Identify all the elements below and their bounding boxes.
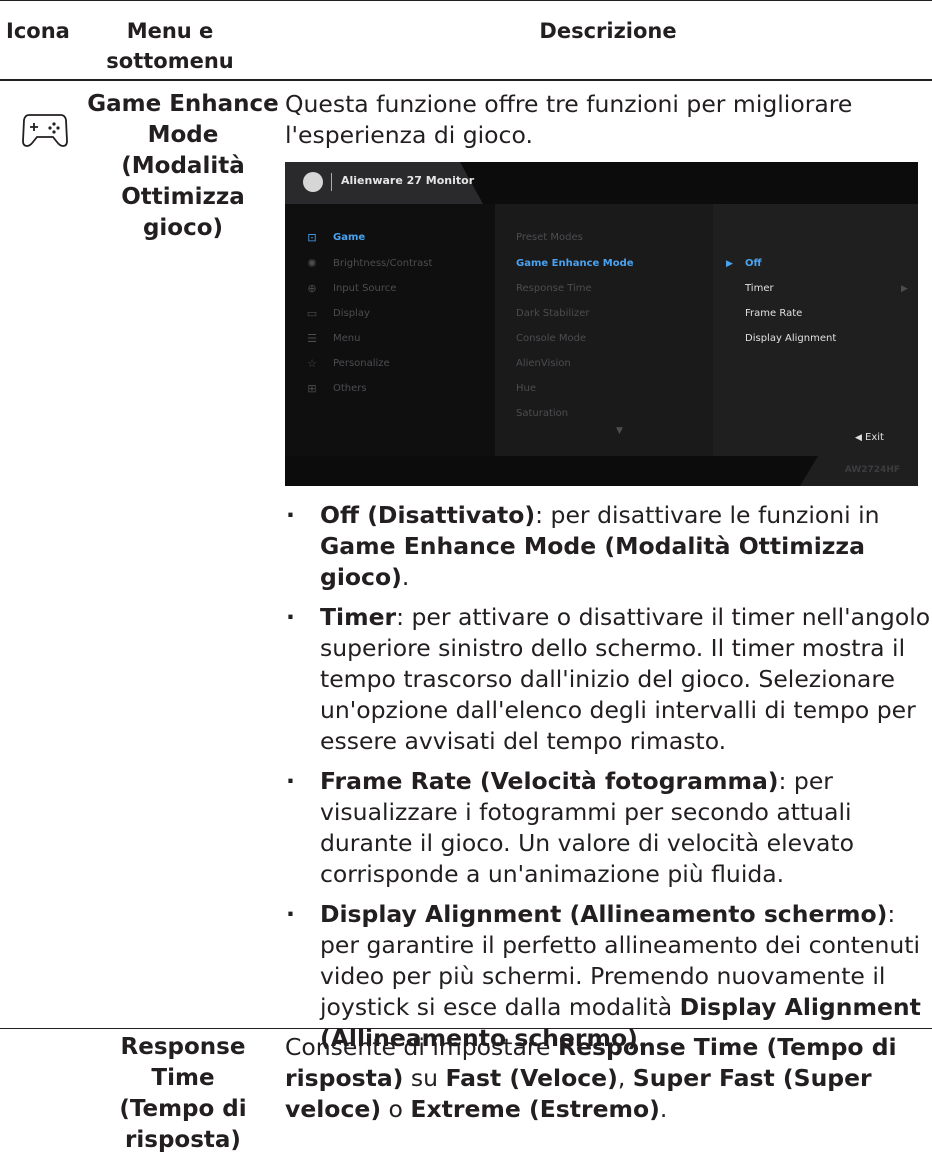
osd-option-display-alignment[interactable]: Display Alignment	[745, 333, 836, 344]
bullet-icon: ·	[286, 501, 295, 529]
exit-arrow-icon[interactable]: ◀	[855, 433, 862, 443]
header-menu: Menu e sottomenu	[106, 19, 234, 73]
timer-submenu-arrow-icon: ▶	[901, 284, 908, 294]
osd-options-panel	[713, 204, 918, 456]
osd-menu-game[interactable]: Game	[333, 232, 365, 243]
row-rule	[0, 1028, 932, 1029]
osd-menu-menu[interactable]: Menu	[333, 333, 360, 344]
osd-option-timer[interactable]: Timer	[745, 283, 774, 294]
response-time-description: Consente di impostare Response Time (Tem…	[285, 1033, 897, 1123]
osd-exit[interactable]: Exit	[865, 432, 884, 443]
osd-sub-alienvision[interactable]: AlienVision	[516, 358, 571, 369]
header-rule	[0, 79, 932, 81]
osd-screenshot: Alienware 27 Monitor ⊡ ✺ ⊕ ▭ ☰ ☆ ⊞ Game …	[285, 162, 918, 486]
gamepad-icon: ⊡	[307, 231, 317, 244]
osd-option-frame-rate[interactable]: Frame Rate	[745, 308, 802, 319]
header-description: Descrizione	[539, 19, 677, 43]
bullet-icon: ·	[286, 900, 295, 928]
osd-menu-others[interactable]: Others	[333, 383, 367, 394]
osd-title-separator	[331, 173, 332, 191]
header-icon: Icona	[6, 19, 70, 43]
list-item: · Timer: per attivare o disattivare il t…	[286, 603, 931, 755]
bullet-icon: ·	[286, 767, 295, 795]
top-rule	[0, 0, 932, 1]
brightness-icon: ✺	[307, 257, 317, 270]
osd-sub-response-time[interactable]: Response Time	[516, 283, 592, 294]
osd-model-name: AW2724HF	[844, 465, 900, 475]
osd-sub-game-enhance-mode[interactable]: Game Enhance Mode	[516, 258, 634, 269]
game-enhance-intro: Questa funzione offre tre funzioni per m…	[285, 90, 853, 149]
osd-title: Alienware 27 Monitor	[341, 174, 475, 187]
selected-arrow-icon: ▶	[726, 259, 733, 269]
menu-game-enhance-mode: Game Enhance Mode (Modalità Ottimizza gi…	[87, 91, 279, 241]
osd-option-off[interactable]: Off	[745, 258, 762, 269]
menu-response-time: Response Time (Tempo di risposta)	[119, 1034, 247, 1153]
game-enhance-options-list: · Off (Disattivato): per disattivare le …	[284, 500, 932, 1063]
others-icon: ⊞	[307, 382, 317, 395]
star-icon: ☆	[307, 357, 317, 370]
osd-menu-personalize[interactable]: Personalize	[333, 358, 390, 369]
bullet-icon: ·	[286, 603, 295, 631]
list-item: · Display Alignment (Allineamento scherm…	[286, 900, 921, 1052]
osd-menu-brightness-contrast[interactable]: Brightness/Contrast	[333, 258, 432, 269]
osd-sub-console-mode[interactable]: Console Mode	[516, 333, 586, 344]
alienware-logo-icon	[303, 172, 323, 192]
scroll-down-arrow-icon[interactable]: ▼	[616, 426, 623, 436]
input-source-icon: ⊕	[307, 282, 317, 295]
osd-sub-hue[interactable]: Hue	[516, 383, 536, 394]
osd-sub-preset-modes[interactable]: Preset Modes	[516, 232, 583, 243]
osd-sub-saturation[interactable]: Saturation	[516, 408, 568, 419]
gamepad-icon	[22, 114, 68, 147]
osd-menu-input-source[interactable]: Input Source	[333, 283, 396, 294]
osd-menu-display[interactable]: Display	[333, 308, 370, 319]
display-icon: ▭	[306, 307, 318, 320]
list-item: · Off (Disattivato): per disattivare le …	[286, 501, 880, 591]
menu-icon: ☰	[307, 332, 317, 345]
osd-sub-dark-stabilizer[interactable]: Dark Stabilizer	[516, 308, 590, 319]
list-item: · Frame Rate (Velocità fotogramma): per …	[286, 767, 855, 888]
